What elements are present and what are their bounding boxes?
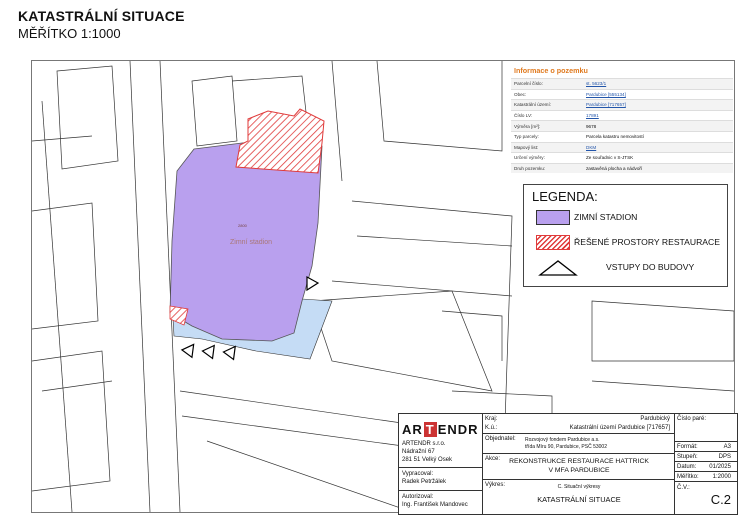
format-label: Formát: <box>677 444 698 450</box>
ku-value: Katastrální území Pardubice [717657] <box>569 425 670 431</box>
client-label: Objednatel: <box>485 436 516 442</box>
info-row: Určení výměry: Ze souřadnic v S-JTSK <box>511 152 733 164</box>
legend-title: LEGENDA: <box>532 189 598 204</box>
drawing-scale: MĚŘÍTKO 1:1000 <box>18 26 121 41</box>
info-key: Mapový list: <box>511 141 583 153</box>
info-row: Číslo LV: 17891 <box>511 109 733 121</box>
entrance-triangle <box>201 344 215 360</box>
format-cell: Formát: A3 <box>675 442 737 452</box>
datum-label: Datum: <box>677 464 697 470</box>
info-row: Katastrální území: Pardubice [717657] <box>511 99 733 111</box>
format-value: A3 <box>723 444 731 450</box>
title-block: AR T ENDR ARTENDR s.r.o. Nádražní 67 281 5… <box>398 413 738 515</box>
info-row: Typ parcely: Parcela katastru nemovitostí <box>511 130 733 143</box>
info-row: Druh pozemku: zastavěná plocha a nádvoří <box>511 162 733 174</box>
legend-swatch-stadium <box>536 210 570 225</box>
akce-line1: REKONSTRUKCE RESTAURACE HATTRICK <box>509 458 649 465</box>
stupen-cell: Stupeň: DPS <box>675 452 737 462</box>
legend-box: LEGENDA: ZIMNÍ STADION ŘEŠENÉ PROSTORY R… <box>523 184 728 287</box>
stadium-label: Zimní stadion <box>230 239 273 246</box>
info-key: Obec: <box>511 88 583 100</box>
company-city: 281 51 Velký Osek <box>402 457 453 463</box>
author-cell: Autorizoval: Ing. František Mandovec <box>399 491 483 514</box>
cislo-pare-label: Číslo paré: <box>677 416 707 422</box>
client-line1: Rozvojový fondem Pardubice a.s. <box>525 437 600 443</box>
entrance-triangle <box>222 345 236 361</box>
vykres-cell: Výkres: C. Situační výkresy KATASTRÁLNÍ … <box>483 480 675 514</box>
info-value: Ze souřadnic v S-JTSK <box>583 152 733 164</box>
info-panel-title: Informace o pozemku <box>514 66 588 75</box>
client-cell: Objednatel: Rozvojový fondem Pardubice a… <box>483 434 675 454</box>
info-key: Druh pozemku: <box>511 162 583 174</box>
ku-label: K.ú.: <box>485 425 498 431</box>
drawn-by-label: Vypracoval: <box>402 471 434 477</box>
info-key: Výměra [m²]: <box>511 120 583 132</box>
client-line2: třída Míru 90, Pardubice, PSČ 53002 <box>525 444 607 450</box>
info-key: Typ parcely: <box>511 130 583 143</box>
restaurant-area <box>235 108 325 174</box>
legend-label-stadium: ZIMNÍ STADION <box>574 212 638 222</box>
stupen-value: DPS <box>718 454 731 460</box>
cv-label: Č.V.: <box>677 485 690 491</box>
vykres-title: KATASTRÁLNÍ SITUACE <box>537 495 621 504</box>
company-logo: AR T ENDR <box>402 422 479 437</box>
info-key: Parcelní číslo: <box>511 78 583 90</box>
info-row: Výměra [m²]: 9678 <box>511 120 733 132</box>
info-key: Katastrální území: <box>511 99 583 111</box>
info-link[interactable]: DKM <box>586 145 596 150</box>
kraj-value: Pardubický <box>640 416 670 422</box>
drawn-by-name: Radek Petržálek <box>402 479 447 485</box>
akce-cell: Akce: REKONSTRUKCE RESTAURACE HATTRICK V… <box>483 454 675 480</box>
meritko-label: Měřítko: <box>677 474 699 480</box>
info-row: Mapový list: DKM <box>511 141 733 153</box>
company-name: ARTENDR s.r.o. <box>402 441 446 447</box>
info-row: Parcelní číslo: st. 5623/1 <box>511 78 733 90</box>
kraj-label: Kraj: <box>485 416 498 422</box>
info-value: zastavěná plocha a nádvoří <box>583 162 733 174</box>
info-value: 9678 <box>583 120 733 132</box>
entrance-triangle <box>306 275 320 292</box>
datum-value: 01/2025 <box>709 464 731 470</box>
meritko-cell: Měřítko: 1:2000 <box>675 472 737 482</box>
info-table: Parcelní číslo: st. 5623/1 Obec: Pardubice… <box>511 78 733 174</box>
stupen-label: Stupeň: <box>677 454 698 460</box>
legend-triangle-icon <box>538 260 578 276</box>
author-name: Ing. František Mandovec <box>402 502 468 508</box>
info-link[interactable]: 17891 <box>586 113 599 118</box>
info-link[interactable]: Pardubice [717657] <box>586 102 626 107</box>
info-value: Parcela katastru nemovitostí <box>583 130 733 143</box>
kraj-cell: Kraj: Pardubický K.ú.: Katastrální území… <box>483 414 675 434</box>
datum-cell: Datum: 01/2025 <box>675 462 737 472</box>
parcel-info-panel: Informace o pozemku Parcelní číslo: st. 5… <box>511 64 733 174</box>
author-label: Autorizoval: <box>402 494 434 500</box>
cv-value: C.2 <box>710 492 731 507</box>
vykres-small: C. Situační výkresy <box>557 484 601 490</box>
company-street: Nádražní 67 <box>402 449 435 455</box>
stadium-code: 2800 <box>238 223 247 228</box>
drawing-title: KATASTRÁLNÍ SITUACE <box>18 8 185 24</box>
company-cell: AR T ENDR ARTENDR s.r.o. Nádražní 67 281 5… <box>399 414 483 468</box>
akce-line2: V MFA PARDUBICE <box>548 467 610 474</box>
cislo-pare-cell: Číslo paré: <box>675 414 737 442</box>
meritko-value: 1:2000 <box>712 474 731 480</box>
info-key: Číslo LV: <box>511 109 583 121</box>
info-link[interactable]: Pardubice [555134] <box>586 92 626 97</box>
legend-label-restaurant: ŘEŠENÉ PROSTORY RESTAURACE <box>574 237 720 247</box>
entrance-triangle <box>180 343 195 359</box>
legend-label-entrance: VSTUPY DO BUDOVY <box>606 262 695 272</box>
info-link[interactable]: st. 5623/1 <box>586 81 606 86</box>
drawn-by-cell: Vypracoval: Radek Petržálek <box>399 468 483 491</box>
legend-swatch-restaurant <box>536 235 570 250</box>
info-row: Obec: Pardubice [555134] <box>511 88 733 100</box>
cv-cell: Č.V.: C.2 <box>675 482 737 514</box>
info-key: Určení výměry: <box>511 152 583 164</box>
